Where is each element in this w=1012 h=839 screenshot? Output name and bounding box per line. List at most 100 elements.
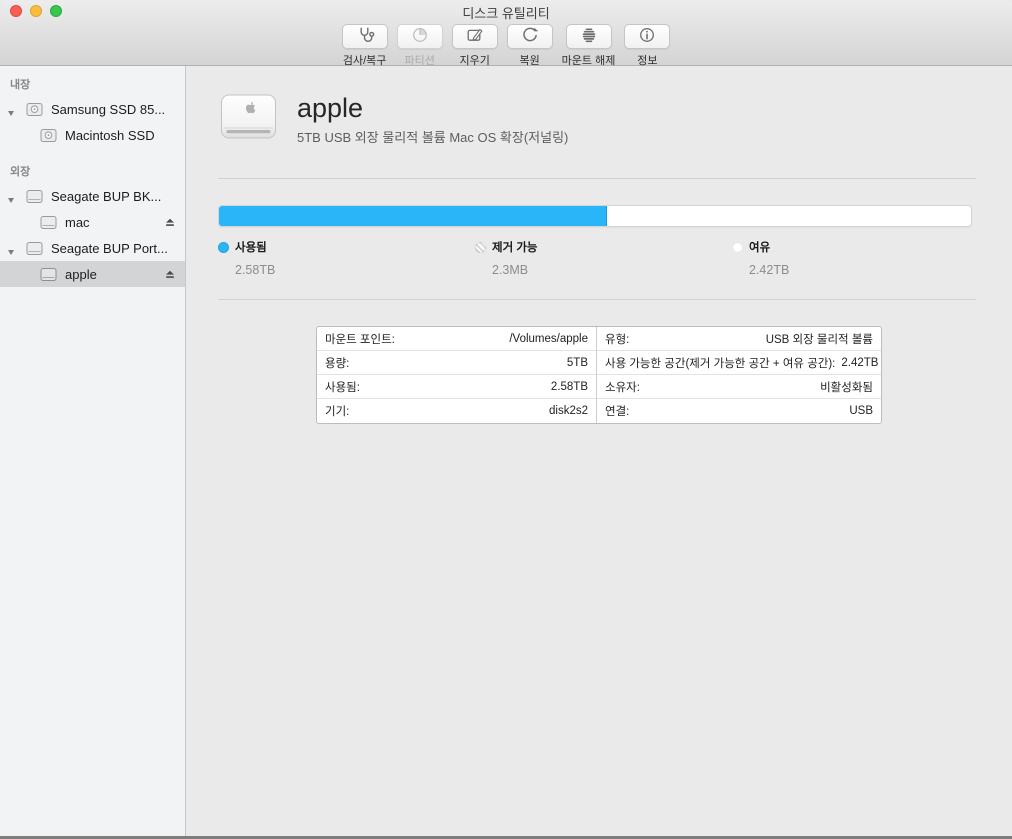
eject-icon xyxy=(164,216,176,228)
window-chrome: 디스크 유틸리티 검사/복구 xyxy=(0,0,1012,66)
sidebar-item-label: apple xyxy=(65,267,97,282)
usage-bar xyxy=(218,205,972,227)
detail-label: 유형: xyxy=(605,331,629,347)
detail-row-owners: 소유자: 비활성화됨 xyxy=(597,375,881,399)
detail-label: 기기: xyxy=(325,403,349,419)
detail-label: 연결: xyxy=(605,403,629,419)
window-body: 내장 Samsung SSD 85... Macintosh SSD 외장 xyxy=(0,66,1012,836)
detail-value: 2.58TB xyxy=(551,381,588,393)
free-swatch-icon xyxy=(732,242,743,253)
internal-disk-icon xyxy=(26,102,43,117)
detail-row-capacity: 용량: 5TB xyxy=(317,351,596,375)
separator xyxy=(218,299,976,300)
legend-value: 2.42TB xyxy=(749,263,989,277)
restore-button[interactable] xyxy=(507,24,553,49)
detail-value: disk2s2 xyxy=(549,405,588,417)
separator xyxy=(218,178,976,179)
window-title: 디스크 유틸리티 xyxy=(462,3,549,22)
detail-label: 소유자: xyxy=(605,379,640,395)
legend-label: 제거 가능 xyxy=(492,239,538,255)
external-disk-icon xyxy=(40,215,57,230)
external-disk-icon xyxy=(26,189,43,204)
erase-button[interactable] xyxy=(452,24,498,49)
legend-item-free: 여유 2.42TB xyxy=(732,239,989,277)
detail-row-device: 기기: disk2s2 xyxy=(317,399,596,423)
sidebar-item-label: Seagate BUP BK... xyxy=(51,189,161,204)
close-button[interactable] xyxy=(10,5,22,17)
legend-item-purgeable: 제거 가능 2.3MB xyxy=(475,239,732,277)
disclosure-triangle-icon[interactable] xyxy=(7,244,15,259)
info-icon xyxy=(637,25,657,48)
usage-bar-used-segment xyxy=(219,206,607,226)
legend-value: 2.3MB xyxy=(492,263,732,277)
main-pane: apple 5TB USB 외장 물리적 볼륨 Mac OS 확장(저널링) 사… xyxy=(186,66,1012,836)
detail-row-used: 사용됨: 2.58TB xyxy=(317,375,596,399)
volume-description: 5TB USB 외장 물리적 볼륨 Mac OS 확장(저널링) xyxy=(297,127,568,146)
internal-disk-icon xyxy=(40,128,57,143)
details-table: 마운트 포인트: /Volumes/apple 용량: 5TB 사용됨: 2.5… xyxy=(316,326,882,424)
detail-value: 비활성화됨 xyxy=(820,379,873,395)
detail-row-type: 유형: USB 외장 물리적 볼륨 xyxy=(597,327,881,351)
used-swatch-icon xyxy=(218,242,229,253)
sidebar-section-label-internal: 내장 xyxy=(0,70,185,96)
eject-icon xyxy=(164,268,176,280)
eject-button[interactable] xyxy=(164,268,176,283)
detail-label: 마운트 포인트: xyxy=(325,331,395,347)
detail-row-available: 사용 가능한 공간(제거 가능한 공간 + 여유 공간): 2.42TB xyxy=(597,351,881,375)
sidebar-item-seagate-bup-bk[interactable]: Seagate BUP BK... xyxy=(0,183,185,209)
external-disk-icon xyxy=(40,267,57,282)
toolbar-item-partition: 파티션 xyxy=(397,24,443,68)
legend-label: 여유 xyxy=(749,239,770,255)
toolbar: 검사/복구 파티션 xyxy=(0,22,1012,66)
sidebar-item-macintosh-ssd[interactable]: Macintosh SSD xyxy=(0,122,185,148)
sidebar-section-label-external: 외장 xyxy=(0,157,185,183)
first-aid-icon xyxy=(355,25,375,48)
toolbar-item-first-aid: 검사/복구 xyxy=(342,24,388,68)
disclosure-triangle-icon[interactable] xyxy=(7,192,15,207)
titlebar: 디스크 유틸리티 xyxy=(0,0,1012,22)
detail-value: 5TB xyxy=(567,357,588,369)
volume-header-text: apple 5TB USB 외장 물리적 볼륨 Mac OS 확장(저널링) xyxy=(297,93,568,146)
traffic-lights xyxy=(10,5,62,17)
zoom-button[interactable] xyxy=(50,5,62,17)
detail-value: /Volumes/apple xyxy=(509,333,588,345)
detail-label: 용량: xyxy=(325,355,349,371)
unmount-button[interactable] xyxy=(566,24,612,49)
sidebar-item-samsung-ssd[interactable]: Samsung SSD 85... xyxy=(0,96,185,122)
detail-value: USB xyxy=(849,405,873,417)
disk-utility-window: 디스크 유틸리티 검사/복구 xyxy=(0,0,1012,839)
unmount-icon xyxy=(579,25,599,48)
toolbar-item-unmount: 마운트 해제 xyxy=(562,24,616,68)
detail-value: USB 외장 물리적 볼륨 xyxy=(766,331,873,347)
partition-icon xyxy=(410,25,430,48)
sidebar-item-label: Macintosh SSD xyxy=(65,128,155,143)
first-aid-button[interactable] xyxy=(342,24,388,49)
legend-item-used: 사용됨 2.58TB xyxy=(218,239,475,277)
restore-icon xyxy=(520,25,540,48)
external-disk-icon xyxy=(26,241,43,256)
toolbar-item-erase: 지우기 xyxy=(452,24,498,68)
sidebar-item-mac[interactable]: mac xyxy=(0,209,185,235)
volume-header: apple 5TB USB 외장 물리적 볼륨 Mac OS 확장(저널링) xyxy=(220,92,976,147)
info-button[interactable] xyxy=(624,24,670,49)
eject-button[interactable] xyxy=(164,216,176,231)
toolbar-item-info: 정보 xyxy=(624,24,670,68)
sidebar-item-apple[interactable]: apple xyxy=(0,261,185,287)
purgeable-swatch-icon xyxy=(475,242,486,253)
detail-value: 2.42TB xyxy=(841,357,878,369)
detail-label: 사용 가능한 공간(제거 가능한 공간 + 여유 공간): xyxy=(605,355,835,371)
volume-title: apple xyxy=(297,93,568,124)
erase-icon xyxy=(465,25,485,48)
minimize-button[interactable] xyxy=(30,5,42,17)
partition-button[interactable] xyxy=(397,24,443,49)
disclosure-triangle-icon[interactable] xyxy=(7,105,15,120)
details-column-right: 유형: USB 외장 물리적 볼륨 사용 가능한 공간(제거 가능한 공간 + … xyxy=(597,327,881,423)
usage-legend: 사용됨 2.58TB 제거 가능 2.3MB 여유 2.4 xyxy=(218,239,1012,277)
detail-row-connection: 연결: USB xyxy=(597,399,881,423)
sidebar-item-label: Seagate BUP Port... xyxy=(51,241,168,256)
legend-label: 사용됨 xyxy=(235,239,267,255)
detail-label: 사용됨: xyxy=(325,379,360,395)
sidebar-item-seagate-bup-port[interactable]: Seagate BUP Port... xyxy=(0,235,185,261)
sidebar-item-label: mac xyxy=(65,215,90,230)
external-drive-icon xyxy=(220,92,277,147)
